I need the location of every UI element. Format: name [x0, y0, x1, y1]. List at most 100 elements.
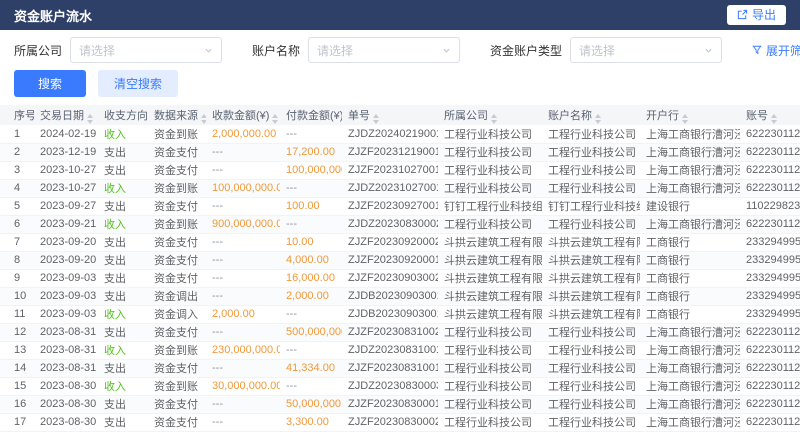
cell-order_no: ZJDZ20230831001: [342, 341, 438, 359]
column-label: 数据来源: [154, 110, 198, 122]
column-header-no: 序号: [0, 105, 34, 125]
cell-company: 工程行业科技公司: [438, 161, 542, 179]
cell-direction: 收入: [98, 215, 148, 233]
cell-date: 2023-09-27: [34, 197, 98, 215]
cell-receipt: 900,000,000.00: [206, 215, 280, 233]
export-button-label: 导出: [752, 8, 776, 22]
cell-date: 2023-09-20: [34, 233, 98, 251]
cell-payment: ---: [280, 305, 342, 323]
clear-search-button[interactable]: 清空搜索: [98, 70, 178, 97]
table-row: 12024-02-19收入资金到账2,000,000.00---ZJDZ2024…: [0, 125, 800, 143]
cell-bank: 上海工商银行漕河泾支行: [640, 377, 740, 395]
filter-company-select[interactable]: 请选择: [70, 37, 222, 63]
cell-payment: 17,200.00: [280, 143, 342, 161]
cell-order_no: ZJZF20230903002: [342, 269, 438, 287]
expand-filter-link[interactable]: 展开筛选: [752, 42, 800, 59]
column-label: 付款金额(¥): [286, 110, 342, 122]
cell-no: 7: [0, 233, 34, 251]
column-header-company[interactable]: 所属公司: [438, 105, 542, 125]
column-label: 开户行: [646, 110, 679, 122]
cell-direction: 支出: [98, 269, 148, 287]
cell-no: 2: [0, 143, 34, 161]
cell-receipt: ---: [206, 287, 280, 305]
column-header-direction[interactable]: 收支方向: [98, 105, 148, 125]
cell-receipt: ---: [206, 359, 280, 377]
page-header: 资金账户流水 导出: [0, 0, 800, 30]
cell-order_no: ZJZF20230920002: [342, 233, 438, 251]
chevron-down-icon: [442, 46, 451, 55]
filter-account-type-placeholder: 请选择: [579, 42, 615, 59]
column-header-receipt[interactable]: 收款金额(¥): [206, 105, 280, 125]
column-label: 单号: [348, 110, 370, 122]
cell-company: 斗拱云建筑工程有限公司: [438, 305, 542, 323]
cell-bank: 工商银行: [640, 305, 740, 323]
cell-order_no: ZJDZ20230830003: [342, 377, 438, 395]
cell-payment: 2,000.00: [280, 287, 342, 305]
cell-date: 2023-08-30: [34, 377, 98, 395]
cell-payment: 4,000.00: [280, 251, 342, 269]
filter-account-type-select[interactable]: 请选择: [570, 37, 722, 63]
cell-date: 2023-08-31: [34, 359, 98, 377]
cell-account_name: 斗拱云建筑工程有限公司: [542, 287, 640, 305]
column-header-order_no[interactable]: 单号: [342, 105, 438, 125]
cell-company: 工程行业科技公司: [438, 395, 542, 413]
cell-source: 资金支付: [148, 233, 206, 251]
column-header-account_no[interactable]: 账号: [740, 105, 800, 125]
cell-bank: 上海工商银行漕河泾支行: [640, 125, 740, 143]
app-root: 资金账户流水 导出 所属公司 请选择 账户名称 请选择: [0, 0, 800, 432]
column-header-source[interactable]: 数据来源: [148, 105, 206, 125]
cell-direction: 支出: [98, 143, 148, 161]
cell-company: 工程行业科技公司: [438, 125, 542, 143]
column-label: 交易日期: [40, 110, 84, 122]
cell-direction: 支出: [98, 233, 148, 251]
cell-no: 16: [0, 395, 34, 413]
column-label: 账号: [746, 110, 768, 122]
column-header-payment[interactable]: 付款金额(¥): [280, 105, 342, 125]
cell-date: 2023-08-31: [34, 341, 98, 359]
column-header-date[interactable]: 交易日期: [34, 105, 98, 125]
search-button[interactable]: 搜索: [14, 70, 86, 97]
cell-account_no: 2332949955667788: [740, 251, 800, 269]
cell-date: 2023-09-03: [34, 305, 98, 323]
column-header-account_name[interactable]: 账户名称: [542, 105, 640, 125]
cell-direction: 收入: [98, 305, 148, 323]
cell-receipt: 2,000,000.00: [206, 125, 280, 143]
cell-source: 资金支付: [148, 251, 206, 269]
cell-receipt: ---: [206, 395, 280, 413]
cell-receipt: ---: [206, 161, 280, 179]
filter-bar: 所属公司 请选择 账户名称 请选择 资金账户类型 请选择: [0, 30, 800, 66]
column-label: 收支方向: [104, 110, 148, 122]
cell-receipt: ---: [206, 413, 280, 431]
cell-bank: 上海工商银行漕河泾支行: [640, 341, 740, 359]
cell-source: 资金到账: [148, 377, 206, 395]
cell-order_no: ZJZF20230830002: [342, 413, 438, 431]
column-label: 所属公司: [444, 110, 488, 122]
cell-payment: 16,000.00: [280, 269, 342, 287]
cell-date: 2023-08-30: [34, 395, 98, 413]
cell-order_no: ZJZF20231027001: [342, 161, 438, 179]
cell-no: 13: [0, 341, 34, 359]
cell-account_name: 工程行业科技公司: [542, 215, 640, 233]
cell-account_no: 6222301122334455: [740, 179, 800, 197]
cell-direction: 支出: [98, 395, 148, 413]
filter-account-name-select[interactable]: 请选择: [308, 37, 460, 63]
cell-direction: 支出: [98, 287, 148, 305]
cell-date: 2023-10-27: [34, 179, 98, 197]
expand-filter-label: 展开筛选: [766, 42, 800, 59]
sort-icon: [491, 114, 497, 124]
export-button[interactable]: 导出: [727, 5, 786, 25]
cell-no: 3: [0, 161, 34, 179]
cell-source: 资金支付: [148, 269, 206, 287]
cell-no: 9: [0, 269, 34, 287]
column-header-bank[interactable]: 开户行: [640, 105, 740, 125]
cell-account_no: 6222301122334455: [740, 161, 800, 179]
table-row: 62023-09-21收入资金到账900,000,000.00---ZJDZ20…: [0, 215, 800, 233]
cell-order_no: ZJZF20231219001: [342, 143, 438, 161]
cell-source: 资金支付: [148, 197, 206, 215]
cell-payment: ---: [280, 215, 342, 233]
table-row: 172023-08-30支出资金支付---3,300.00ZJZF2023083…: [0, 413, 800, 431]
cell-date: 2023-08-31: [34, 323, 98, 341]
cell-account_no: 6222301122334455: [740, 143, 800, 161]
cell-payment: 100,000,000.00: [280, 161, 342, 179]
table-row: 102023-09-03支出资金调出---2,000.00ZJDB2023090…: [0, 287, 800, 305]
